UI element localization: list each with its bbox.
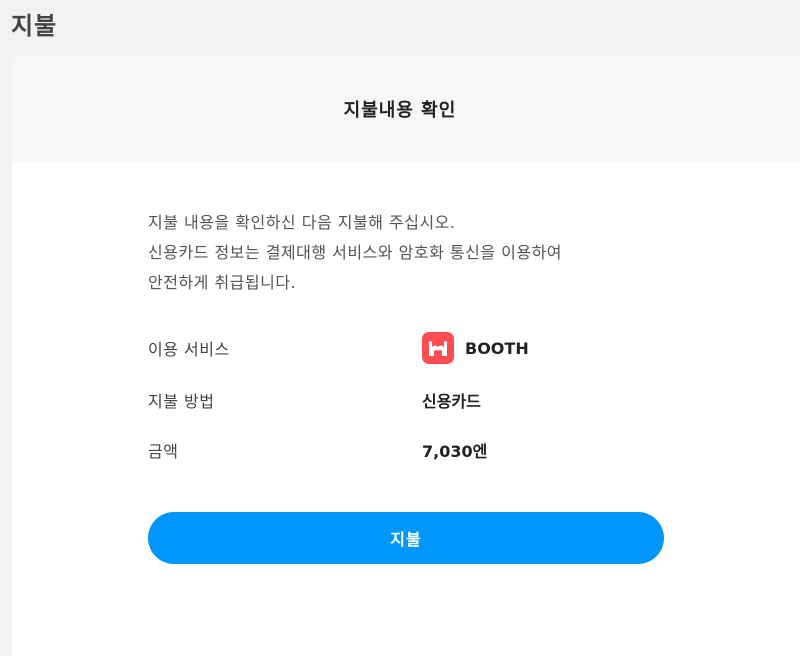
amount-value: 7,030엔 — [422, 442, 488, 461]
booth-logo-icon — [422, 332, 454, 364]
payment-method-value: 신용카드 — [422, 392, 481, 411]
page-title: 지불 — [11, 12, 58, 40]
payment-method-row: 지불 방법 신용카드 — [148, 380, 668, 420]
notice-line: 지불 내용을 확인하신 다음 지불해 주십시오. — [148, 213, 456, 232]
amount-row: 금액 7,030엔 — [148, 430, 668, 470]
service-label: 이용 서비스 — [148, 340, 230, 359]
service-name: BOOTH — [465, 338, 529, 358]
card-header: 지불내용 확인 — [12, 56, 800, 162]
service-row: 이용 서비스 BOOTH — [148, 328, 668, 368]
amount-label: 금액 — [148, 442, 179, 461]
payment-notice: 지불 내용을 확인하신 다음 지불해 주십시오. 신용카드 정보는 결제대행 서… — [148, 208, 562, 298]
card-header-title: 지불내용 확인 — [343, 100, 457, 121]
payment-confirmation-card: 지불내용 확인 지불 내용을 확인하신 다음 지불해 주십시오. 신용카드 정보… — [12, 56, 800, 656]
payment-method-label: 지불 방법 — [148, 392, 215, 411]
notice-line: 안전하게 취급됩니다. — [148, 273, 297, 292]
notice-line: 신용카드 정보는 결제대행 서비스와 암호화 통신을 이용하여 — [148, 243, 563, 262]
pay-button[interactable]: 지불 — [148, 512, 664, 564]
service-value: BOOTH — [422, 332, 529, 364]
